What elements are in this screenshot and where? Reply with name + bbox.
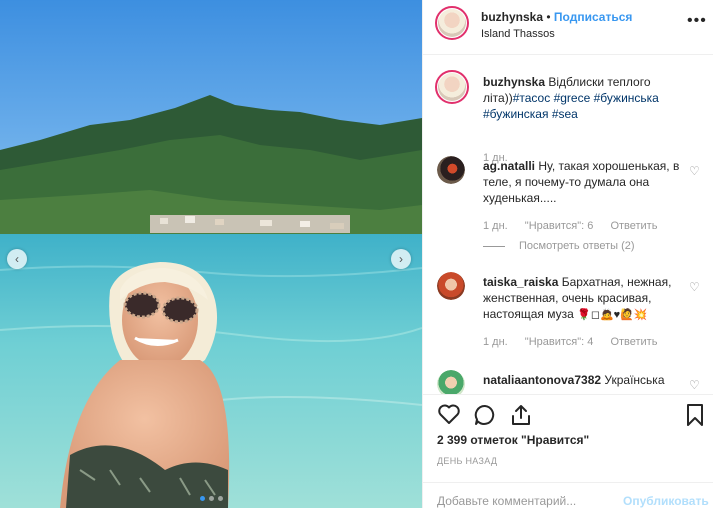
bookmark-icon[interactable] [685,403,705,430]
post-panel: buzhynska • Подписаться Island Thassos •… [422,0,713,508]
carousel-dot [217,496,223,501]
comment-meta: 1 дн. "Нравится": 4 Ответить [483,336,671,348]
hashtag-link[interactable]: #бужинська [594,91,659,105]
like-comment-icon[interactable]: ♡ [689,378,700,392]
replies-line [483,245,505,247]
comment-time: 1 дн. [483,220,508,232]
reply-button[interactable]: Ответить [610,220,657,232]
comment-text: taiska_raiska Бархатная, нежная, женстве… [483,274,688,323]
commenter-avatar[interactable] [437,156,465,184]
add-comment-bar: Опубликовать [423,482,713,508]
comment-text: nataliaantonova7382 Українська [483,372,688,388]
share-icon[interactable] [509,403,533,430]
post-photo[interactable]: ‹ › [0,0,422,508]
commenter-avatar[interactable] [437,272,465,300]
reply-button[interactable]: Ответить [610,336,657,348]
caption-username[interactable]: buzhynska [483,75,545,89]
comment-icon[interactable] [473,403,497,430]
post-header: buzhynska • Подписаться Island Thassos •… [423,0,713,55]
comment-emojis: 🌹◻🙇♥🙋💥 [577,309,648,321]
location-link[interactable]: Island Thassos [481,28,632,40]
caption-text: buzhynska Відблиски теплого літа))#тасос… [483,74,688,122]
author-username[interactable]: buzhynska [481,10,543,24]
hashtag-link[interactable]: #sea [552,107,578,121]
hashtag-link[interactable]: #тасос [513,91,551,105]
comments-list: buzhynska Відблиски теплого літа))#тасос… [423,56,713,394]
like-comment-icon[interactable]: ♡ [689,164,700,178]
author-avatar[interactable] [435,6,469,40]
view-replies-button[interactable]: Посмотреть ответы (2) [483,240,635,252]
heart-icon[interactable] [437,403,461,428]
hashtag-link[interactable]: #бужинская [483,107,548,121]
caption-avatar[interactable] [435,70,469,104]
comment-time: 1 дн. [483,336,508,348]
publish-button[interactable]: Опубликовать [623,494,709,508]
hashtag-link[interactable]: #grece [554,91,591,105]
carousel-dot [199,496,205,501]
comment-body: Українська [604,373,665,387]
post-time: ДЕНЬ НАЗАД [437,456,498,466]
photo-image [0,0,422,508]
comment-text: ag.natalli Ну, такая хорошенькая, в теле… [483,158,688,206]
like-comment-icon[interactable]: ♡ [689,280,700,294]
follow-button[interactable]: Подписаться [554,10,632,24]
comment-username[interactable]: taiska_raiska [483,275,558,289]
comment-username[interactable]: nataliaantonova7382 [483,373,601,387]
likes-count[interactable]: 2 399 отметок "Нравится" [437,433,589,447]
carousel-dot [208,496,214,501]
comment-meta: 1 дн. "Нравится": 6 Ответить [483,220,671,232]
more-icon[interactable]: ••• [687,12,707,30]
action-bar [423,394,713,434]
commenter-avatar[interactable] [437,370,465,394]
carousel-dots [0,490,422,504]
comment-input[interactable] [437,494,612,508]
header-text: buzhynska • Подписаться Island Thassos [481,10,632,40]
comment-username[interactable]: ag.natalli [483,159,535,173]
carousel-prev-button[interactable]: ‹ [7,249,27,269]
separator: • [546,10,551,24]
carousel-next-button[interactable]: › [391,249,411,269]
comment-likes[interactable]: "Нравится": 6 [525,220,594,232]
view-replies-label: Посмотреть ответы (2) [519,240,635,252]
comment-likes[interactable]: "Нравится": 4 [525,336,594,348]
